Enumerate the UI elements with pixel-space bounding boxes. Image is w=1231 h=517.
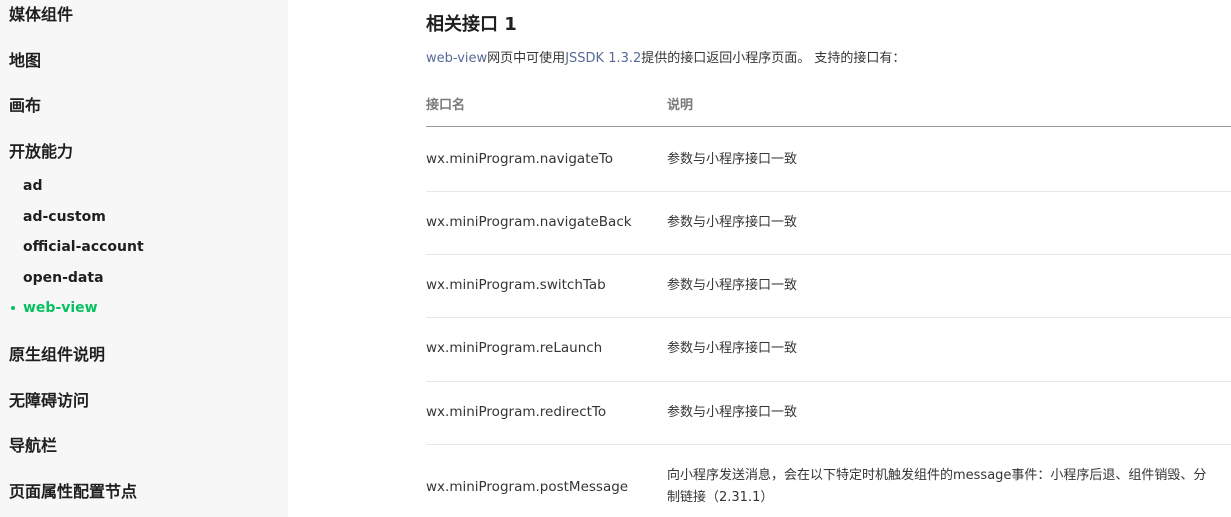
main-content: 相关接口 1 web-view网页中可使用JSSDK 1.3.2提供的接口返回小… bbox=[288, 0, 1231, 517]
table-header-desc: 说明 bbox=[667, 98, 694, 113]
table-row-divider bbox=[426, 381, 1231, 382]
intro-text-2: 提供的接口返回小程序页面。 支持的接口有： bbox=[641, 51, 906, 66]
table-cell-name: wx.miniProgram.navigateTo bbox=[426, 151, 614, 167]
sidebar-subitem-open-data[interactable]: open-data bbox=[23, 269, 104, 287]
table-cell-desc: 参数与小程序接口一致 bbox=[667, 278, 798, 293]
intro-text-1: 网页中可使用 bbox=[487, 51, 566, 66]
table-cell-desc-line1: 向小程序发送消息，会在以下特定时机触发组件的message事件：小程序后退、组件… bbox=[667, 468, 1207, 483]
table-cell-desc: 参数与小程序接口一致 bbox=[667, 152, 798, 167]
sidebar-item-accessibility[interactable]: 无障碍访问 bbox=[9, 391, 89, 411]
sidebar-item-page-meta[interactable]: 页面属性配置节点 bbox=[9, 482, 137, 502]
intro-paragraph: web-view网页中可使用JSSDK 1.3.2提供的接口返回小程序页面。 支… bbox=[426, 49, 905, 69]
table-cell-name: wx.miniProgram.postMessage bbox=[426, 479, 629, 495]
table-row-divider bbox=[426, 317, 1231, 318]
table-cell-desc: 参数与小程序接口一致 bbox=[667, 405, 798, 420]
sidebar-item-open-capabilities[interactable]: 开放能力 bbox=[9, 142, 73, 162]
table-cell-name: wx.miniProgram.redirectTo bbox=[426, 404, 607, 420]
table-cell-name: wx.miniProgram.switchTab bbox=[426, 277, 606, 293]
table-row-divider bbox=[426, 444, 1231, 445]
page: 媒体组件 地图 画布 开放能力 ad ad-custom official-ac… bbox=[0, 0, 1231, 517]
web-view-link[interactable]: web-view bbox=[426, 51, 487, 66]
sidebar-subitem-official-account[interactable]: official-account bbox=[23, 238, 144, 256]
sidebar: 媒体组件 地图 画布 开放能力 ad ad-custom official-ac… bbox=[0, 0, 288, 517]
table-cell-name: wx.miniProgram.reLaunch bbox=[426, 340, 603, 356]
sidebar-item-canvas[interactable]: 画布 bbox=[9, 96, 41, 116]
table-row-divider bbox=[426, 191, 1231, 192]
sidebar-item-native-components[interactable]: 原生组件说明 bbox=[9, 345, 105, 365]
active-bullet-icon bbox=[11, 306, 15, 310]
table-header-name: 接口名 bbox=[426, 98, 466, 113]
sidebar-item-media-components[interactable]: 媒体组件 bbox=[9, 5, 73, 25]
table-cell-desc: 参数与小程序接口一致 bbox=[667, 341, 798, 356]
table-cell-name: wx.miniProgram.navigateBack bbox=[426, 214, 632, 230]
sidebar-subitem-web-view[interactable]: web-view bbox=[23, 299, 98, 317]
sidebar-item-map[interactable]: 地图 bbox=[9, 51, 41, 71]
table-header-divider bbox=[426, 126, 1231, 127]
jssdk-link[interactable]: JSSDK 1.3.2 bbox=[565, 51, 641, 66]
table-cell-desc-line2: 制链接（2.31.1） bbox=[667, 490, 774, 505]
table-cell-desc: 参数与小程序接口一致 bbox=[667, 215, 798, 230]
sidebar-item-navigation-bar[interactable]: 导航栏 bbox=[9, 436, 57, 456]
section-title: 相关接口 1 bbox=[426, 14, 517, 35]
sidebar-subitem-ad[interactable]: ad bbox=[23, 177, 42, 195]
sidebar-subitem-ad-custom[interactable]: ad-custom bbox=[23, 208, 106, 226]
table-row-divider bbox=[426, 254, 1231, 255]
